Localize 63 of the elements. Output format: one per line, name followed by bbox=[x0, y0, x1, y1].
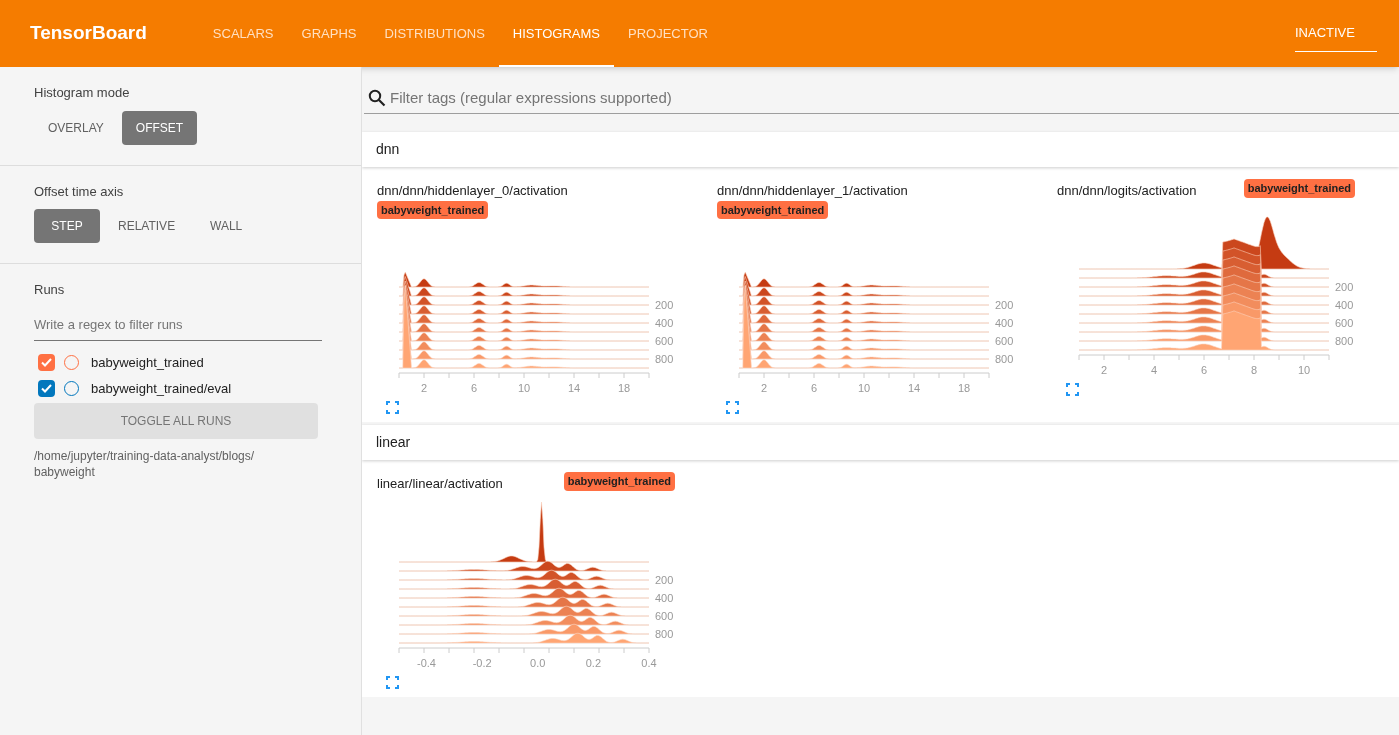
axis-tick-label: 0.4 bbox=[641, 656, 657, 669]
mode-toggle[interactable]: WALL bbox=[193, 209, 260, 243]
mode-toggle[interactable]: OFFSET bbox=[121, 110, 198, 145]
step-tick-label: 200 bbox=[1335, 280, 1354, 293]
run-filter-field[interactable]: Write a regex to filter runs bbox=[34, 314, 322, 341]
nav-tab[interactable]: HISTOGRAMS bbox=[498, 0, 615, 67]
category-header[interactable]: linear bbox=[362, 425, 1399, 460]
step-tick-label: 200 bbox=[655, 299, 674, 311]
axis-tick-label: 6 bbox=[810, 382, 818, 394]
step-tick-label: 600 bbox=[995, 335, 1014, 347]
step-tick-label: 400 bbox=[995, 317, 1014, 329]
app-title: TensorBoard bbox=[30, 21, 147, 46]
axis-tick-label: 6 bbox=[470, 382, 478, 394]
status-dropdown[interactable]: INACTIVE bbox=[1295, 15, 1377, 52]
step-tick-label: 400 bbox=[655, 317, 674, 329]
mode-toggle[interactable]: STEP bbox=[34, 209, 100, 243]
axis-tick-label: 0.2 bbox=[585, 656, 601, 669]
section-title: Histogram mode bbox=[34, 84, 131, 102]
step-tick-label: 400 bbox=[655, 591, 674, 604]
axis-tick-label: 18 bbox=[957, 382, 971, 394]
section-title: Runs bbox=[34, 281, 66, 299]
run-name: babyweight_trained bbox=[91, 354, 204, 372]
axis-tick-label: 2 bbox=[420, 382, 428, 394]
step-tick-label: 800 bbox=[655, 627, 674, 640]
step-tick-label: 200 bbox=[995, 299, 1014, 311]
run-tag: babyweight_trained bbox=[563, 472, 675, 491]
axis-tick-label: 14 bbox=[567, 382, 581, 394]
axis-tick-label: 18 bbox=[617, 382, 631, 394]
chart-title: dnn/dnn/hiddenlayer_1/activation bbox=[717, 182, 908, 200]
axis-tick-label: 8 bbox=[1250, 363, 1258, 376]
axis-tick-label: 2 bbox=[760, 382, 768, 394]
chart-title: dnn/dnn/logits/activation bbox=[1057, 182, 1197, 200]
run-tag: babyweight_trained bbox=[377, 200, 489, 219]
step-tick-label: 200 bbox=[655, 573, 674, 586]
axis-tick-label: 2 bbox=[1100, 363, 1108, 376]
step-tick-label: 800 bbox=[1335, 334, 1354, 347]
axis-tick-label: 6 bbox=[1200, 363, 1208, 376]
mode-toggle[interactable]: RELATIVE bbox=[104, 209, 190, 243]
step-tick-label: 800 bbox=[995, 353, 1014, 365]
axis-tick-label: -0.2 bbox=[472, 656, 492, 669]
step-tick-label: 600 bbox=[655, 335, 674, 347]
axis-tick-label: 4 bbox=[1150, 363, 1158, 376]
chart-title: linear/linear/activation bbox=[377, 475, 503, 493]
run-tag: babyweight_trained bbox=[1243, 179, 1355, 198]
step-tick-label: 600 bbox=[1335, 316, 1354, 329]
axis-tick-label: 0.0 bbox=[530, 656, 546, 669]
toggle-all-runs-button[interactable]: TOGGLE ALL RUNS bbox=[34, 403, 318, 439]
category-header[interactable]: dnn bbox=[362, 132, 1399, 167]
axis-tick-label: -0.4 bbox=[417, 656, 436, 669]
run-tag: babyweight_trained bbox=[717, 200, 829, 219]
section-title: Offset time axis bbox=[34, 182, 125, 201]
step-tick-label: 400 bbox=[1335, 298, 1354, 311]
axis-tick-label: 10 bbox=[517, 382, 531, 394]
log-directory-path: /home/jupyter/training-data-analyst/blogs/ babyweight bbox=[34, 448, 256, 480]
tag-filter-field[interactable]: Filter tags (regular expressions supported) bbox=[390, 86, 1399, 110]
axis-tick-label: 10 bbox=[857, 382, 871, 394]
run-name: babyweight_trained/eval bbox=[91, 379, 232, 398]
step-tick-label: 800 bbox=[655, 353, 674, 365]
mode-toggle[interactable]: OVERLAY bbox=[34, 110, 118, 145]
axis-tick-label: 10 bbox=[1297, 363, 1311, 376]
step-tick-label: 600 bbox=[655, 609, 674, 622]
axis-tick-label: 14 bbox=[907, 382, 921, 394]
chart-title: dnn/dnn/hiddenlayer_0/activation bbox=[377, 182, 568, 200]
